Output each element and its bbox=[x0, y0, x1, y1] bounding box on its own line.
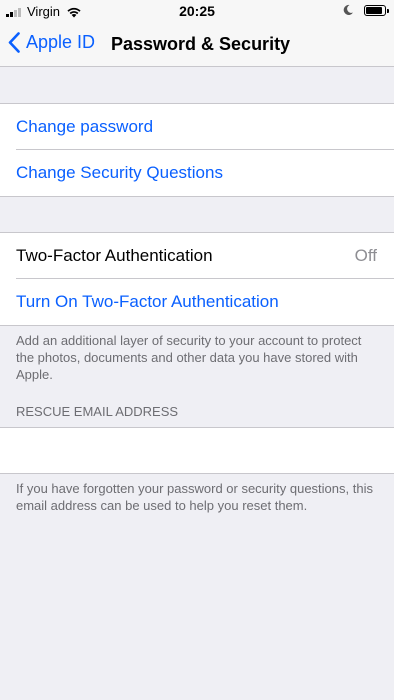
password-group: Change password Change Security Question… bbox=[0, 103, 394, 197]
two-factor-footer: Add an additional layer of security to y… bbox=[16, 333, 362, 382]
change-password-cell[interactable]: Change password bbox=[0, 104, 394, 150]
rescue-email-footer: If you have forgotten your password or s… bbox=[16, 481, 373, 513]
two-factor-group: Two-Factor Authentication Off Turn On Tw… bbox=[0, 232, 394, 326]
navigation-bar: Apple ID Password & Security bbox=[0, 22, 394, 67]
rescue-email-field[interactable] bbox=[16, 428, 376, 472]
back-button[interactable]: Apple ID bbox=[8, 32, 95, 53]
change-password-label: Change password bbox=[16, 117, 154, 136]
moon-icon bbox=[343, 4, 353, 15]
change-security-questions-label: Change Security Questions bbox=[16, 163, 223, 182]
status-right bbox=[342, 4, 389, 16]
two-factor-label: Two-Factor Authentication bbox=[16, 246, 213, 265]
page-title: Password & Security bbox=[111, 34, 291, 54]
turn-on-two-factor-cell[interactable]: Turn On Two-Factor Authentication bbox=[0, 279, 394, 325]
chevron-left-icon bbox=[8, 32, 20, 53]
two-factor-status: Off bbox=[354, 246, 377, 265]
rescue-email-group bbox=[0, 427, 394, 474]
rescue-email-header: RESCUE EMAIL ADDRESS bbox=[16, 404, 179, 419]
status-bar: Virgin 20:25 bbox=[0, 0, 394, 22]
change-security-questions-cell[interactable]: Change Security Questions bbox=[0, 150, 394, 196]
battery-icon bbox=[364, 4, 389, 16]
status-time: 20:25 bbox=[179, 3, 215, 19]
turn-on-two-factor-label: Turn On Two-Factor Authentication bbox=[16, 292, 279, 311]
back-button-label: Apple ID bbox=[26, 32, 96, 52]
two-factor-cell: Two-Factor Authentication Off bbox=[0, 233, 394, 279]
